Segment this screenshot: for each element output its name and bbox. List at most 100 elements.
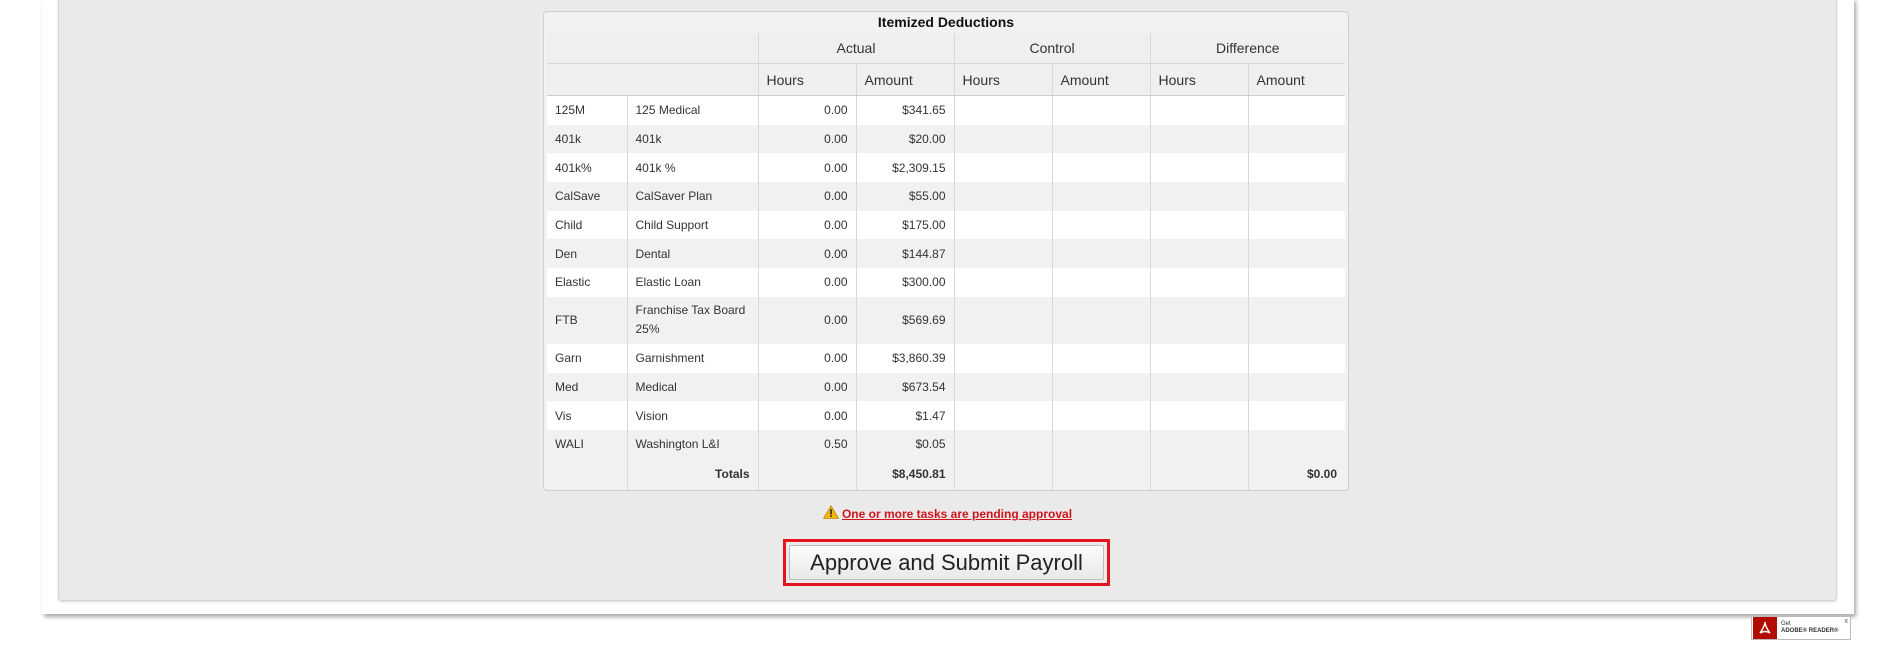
row-difference-amount (1248, 95, 1346, 125)
row-actual-amount: $0.05 (856, 429, 955, 459)
row-difference-hours (1150, 401, 1249, 430)
submit-highlight: Approve and Submit Payroll (783, 539, 1110, 586)
row-control-hours (954, 210, 1053, 240)
row-difference-hours (1150, 429, 1249, 459)
group-header-row: Actual Control Difference (547, 33, 1346, 64)
row-control-amount (1052, 182, 1151, 211)
row-control-amount (1052, 153, 1151, 183)
row-difference-amount (1248, 268, 1346, 297)
close-icon[interactable]: x (1845, 618, 1849, 625)
row-actual-hours: 0.00 (758, 124, 857, 154)
row-actual-amount: $341.65 (856, 95, 955, 125)
row-actual-hours: 0.00 (758, 95, 857, 125)
row-difference-hours (1150, 268, 1249, 297)
row-code: Den (547, 239, 628, 269)
row-actual-hours: 0.00 (758, 296, 857, 344)
row-actual-amount: $20.00 (856, 124, 955, 154)
row-control-amount (1052, 296, 1151, 344)
row-control-hours (954, 153, 1053, 183)
header-actual-hours: Hours (758, 63, 857, 96)
row-control-hours (954, 124, 1053, 154)
row-code: WALI (547, 429, 628, 459)
table-row: CalSave CalSaver Plan 0.00 $55.00 (547, 182, 1346, 211)
row-description: Dental (627, 239, 759, 269)
adobe-badge-text: Get ADOBE® READER® (1781, 621, 1839, 635)
deductions-body: 125M 125 Medical 0.00 $341.65 401k 401k 0.00 $… (547, 95, 1346, 459)
deductions-table: Actual Control Difference Hours Amount H… (547, 33, 1346, 490)
row-difference-hours (1150, 296, 1249, 344)
totals-actual-amount: $8,450.81 (856, 458, 955, 490)
approve-submit-payroll-button[interactable]: Approve and Submit Payroll (789, 545, 1104, 580)
totals-control-amount (1052, 458, 1151, 490)
pending-approval-notice: One or more tasks are pending approval (0, 505, 1895, 521)
row-difference-amount (1248, 372, 1346, 402)
table-row: Med Medical 0.00 $673.54 (547, 372, 1346, 402)
totals-actual-hours (758, 458, 857, 490)
row-description: Washington L&I (627, 429, 759, 459)
table-row: 401k% 401k % 0.00 $2,309.15 (547, 153, 1346, 183)
sub-header-row: Hours Amount Hours Amount Hours Amount (547, 63, 1346, 96)
row-control-hours (954, 95, 1053, 125)
row-actual-hours: 0.00 (758, 372, 857, 402)
row-description: 401k % (627, 153, 759, 183)
row-control-hours (954, 268, 1053, 297)
row-description: Elastic Loan (627, 268, 759, 297)
row-difference-hours (1150, 95, 1249, 125)
row-difference-amount (1248, 124, 1346, 154)
table-row: Vis Vision 0.00 $1.47 (547, 401, 1346, 430)
row-actual-hours: 0.00 (758, 268, 857, 297)
row-actual-amount: $673.54 (856, 372, 955, 402)
totals-row: Totals $8,450.81 $0.00 (547, 458, 1346, 490)
itemized-deductions-panel: Itemized Deductions Actual Control Diffe… (543, 11, 1349, 491)
row-actual-hours: 0.00 (758, 239, 857, 269)
row-code: CalSave (547, 182, 628, 211)
row-difference-hours (1150, 343, 1249, 373)
row-description: Medical (627, 372, 759, 402)
row-code: Vis (547, 401, 628, 430)
row-control-amount (1052, 372, 1151, 402)
blank-header (547, 33, 759, 64)
row-difference-hours (1150, 153, 1249, 183)
table-row: Elastic Elastic Loan 0.00 $300.00 (547, 268, 1346, 297)
adobe-logo-icon (1753, 617, 1777, 639)
row-control-amount (1052, 124, 1151, 154)
row-description: Garnishment (627, 343, 759, 373)
row-actual-amount: $144.87 (856, 239, 955, 269)
row-code: Med (547, 372, 628, 402)
get-adobe-reader-badge[interactable]: Get ADOBE® READER® x (1751, 616, 1851, 640)
row-control-hours (954, 239, 1053, 269)
row-control-amount (1052, 239, 1151, 269)
pending-approval-link[interactable]: One or more tasks are pending approval (842, 507, 1072, 521)
table-row: Child Child Support 0.00 $175.00 (547, 210, 1346, 240)
row-actual-amount: $1.47 (856, 401, 955, 430)
table-row: FTB Franchise Tax Board 25% 0.00 $569.69 (547, 296, 1346, 344)
row-actual-hours: 0.50 (758, 429, 857, 459)
deductions-title: Itemized Deductions (877, 14, 1015, 30)
row-control-amount (1052, 210, 1151, 240)
row-actual-amount: $3,860.39 (856, 343, 955, 373)
row-actual-hours: 0.00 (758, 210, 857, 240)
table-row: 401k 401k 0.00 $20.00 (547, 124, 1346, 154)
row-difference-amount (1248, 239, 1346, 269)
header-difference-hours: Hours (1150, 63, 1249, 96)
header-control: Control (954, 33, 1151, 64)
header-difference: Difference (1150, 33, 1346, 64)
row-difference-hours (1150, 372, 1249, 402)
table-row: Den Dental 0.00 $144.87 (547, 239, 1346, 269)
row-control-hours (954, 182, 1053, 211)
row-control-hours (954, 343, 1053, 373)
table-row: WALI Washington L&I 0.50 $0.05 (547, 429, 1346, 459)
totals-control-hours (954, 458, 1053, 490)
row-difference-amount (1248, 429, 1346, 459)
adobe-line2: ADOBE® READER® (1781, 628, 1839, 634)
header-control-hours: Hours (954, 63, 1053, 96)
totals-difference-amount: $0.00 (1248, 458, 1346, 490)
row-difference-amount (1248, 343, 1346, 373)
row-difference-amount (1248, 182, 1346, 211)
table-row: Garn Garnishment 0.00 $3,860.39 (547, 343, 1346, 373)
row-control-amount (1052, 268, 1151, 297)
row-actual-hours: 0.00 (758, 343, 857, 373)
row-difference-hours (1150, 210, 1249, 240)
row-description: Franchise Tax Board 25% (627, 296, 759, 344)
totals-blank (547, 458, 628, 490)
